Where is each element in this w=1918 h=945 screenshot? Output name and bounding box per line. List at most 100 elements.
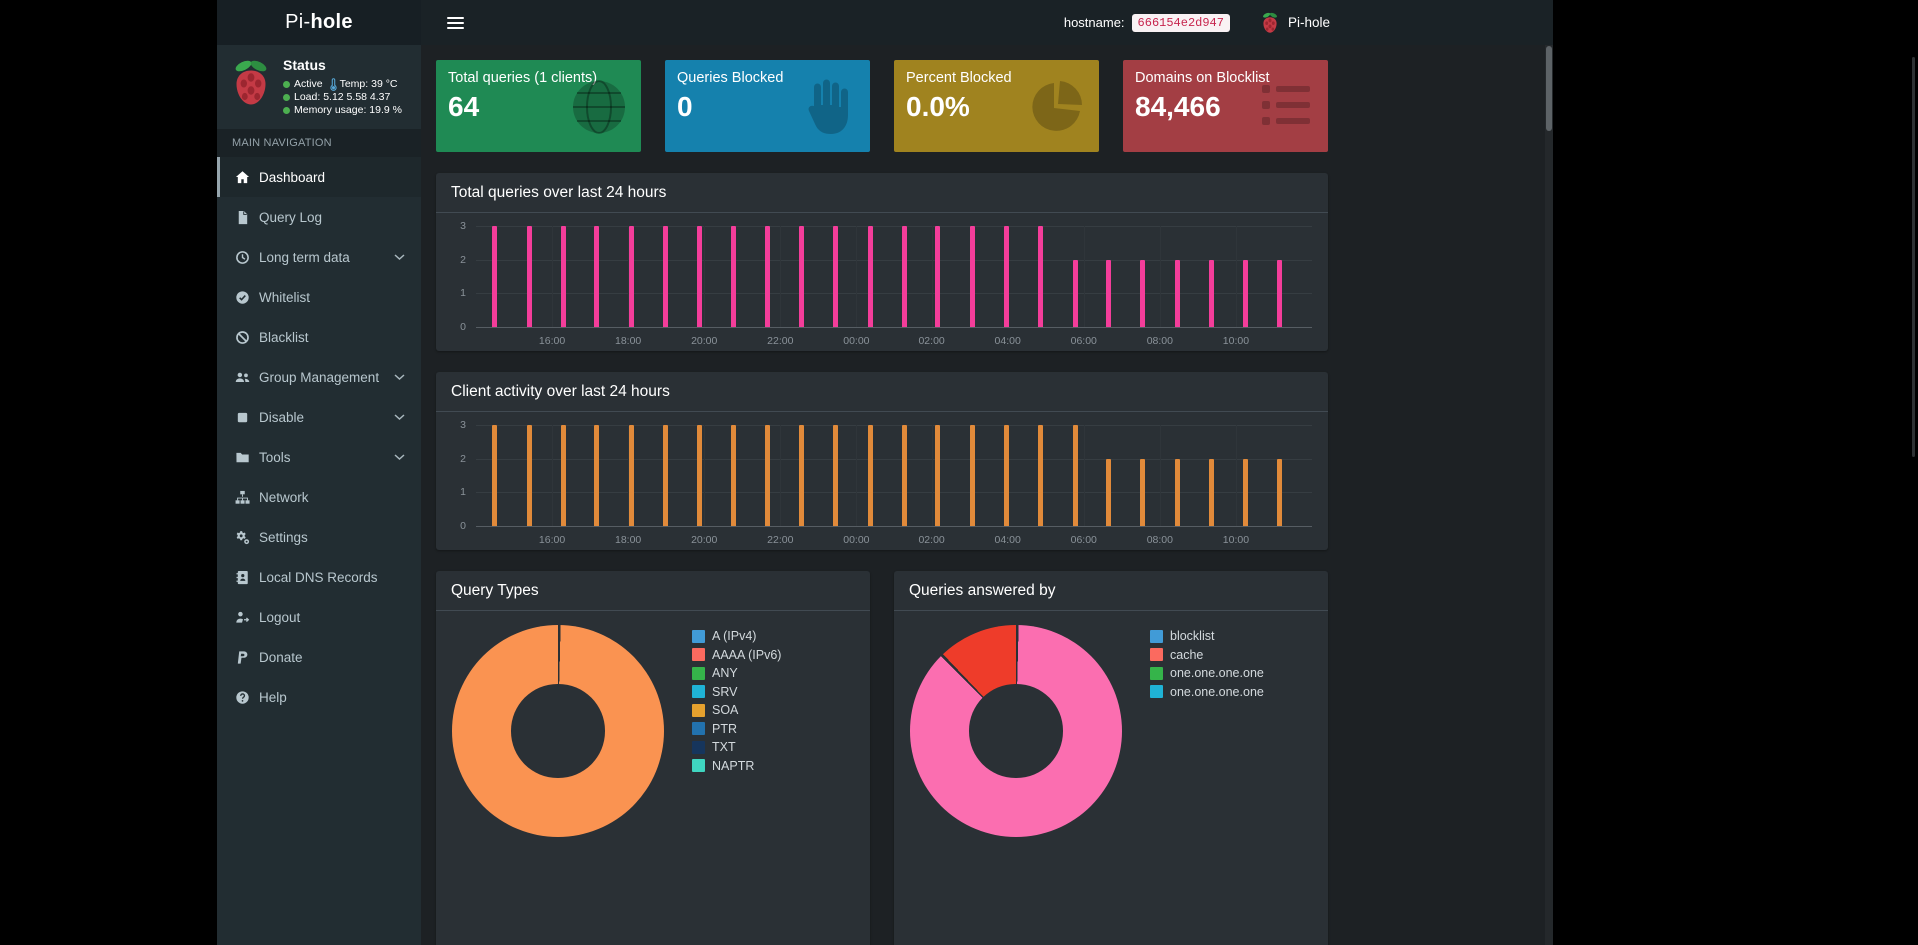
legend-label: PTR	[712, 721, 737, 736]
sidebar-item-help[interactable]: Help	[217, 677, 421, 717]
legend-swatch	[1150, 685, 1163, 699]
sidebar-item-network[interactable]: Network	[217, 477, 421, 517]
legend-item[interactable]: one.one.one.one	[1150, 664, 1264, 683]
legend-item[interactable]: TXT	[692, 738, 781, 757]
query-types-panel: Query Types A (IPv4) AAAA (IPv6) ANY SRV SOA…	[436, 571, 870, 945]
sidebar-item-label: Group Management	[259, 369, 380, 385]
sidebar-item-donate[interactable]: Donate	[217, 637, 421, 677]
y-axis-tick: 1	[460, 486, 466, 499]
query-types-legend: A (IPv4) AAAA (IPv6) ANY SRV SOA PTR TXT NAPTR	[692, 627, 781, 837]
legend-label: SOA	[712, 703, 739, 718]
legend-item[interactable]: PTR	[692, 720, 781, 739]
sidebar-item-query-log[interactable]: Query Log	[217, 197, 421, 237]
chart-bar	[867, 425, 873, 526]
chart-bar	[1243, 458, 1249, 526]
top-navbar: Pi-hole hostname: 666154e2d947 Pi-hole	[217, 0, 1553, 45]
chart-bar	[1072, 425, 1078, 526]
sidebar-item-label: Network	[259, 489, 309, 505]
legend-item[interactable]: SOA	[692, 701, 781, 720]
hand-icon	[796, 75, 860, 139]
logout-icon	[235, 610, 259, 625]
memory-value: 19.9 %	[369, 104, 402, 116]
legend-label: TXT	[712, 740, 736, 755]
sidebar-item-blacklist[interactable]: Blacklist	[217, 317, 421, 357]
desktop: Pi-hole hostname: 666154e2d947 Pi-hole S…	[0, 0, 1918, 945]
x-axis-tick: 20:00	[691, 335, 718, 347]
total-queries-panel: Total queries over last 24 hours 0 1 2 3 16:…	[436, 173, 1328, 351]
temp-label: Temp:	[339, 78, 369, 90]
check-circle-icon	[235, 290, 259, 305]
chart-bar	[594, 425, 600, 526]
sidebar-toggle-button[interactable]	[437, 9, 474, 37]
scrollbar-thumb[interactable]	[1546, 46, 1552, 131]
legend-label: one.one.one.one	[1170, 684, 1264, 699]
temp-value: 39 °C	[371, 78, 398, 90]
chart-bar	[1038, 425, 1044, 526]
chart-bar	[560, 425, 566, 526]
x-axis-tick: 20:00	[691, 534, 718, 546]
chart-bar	[935, 226, 941, 327]
load-label: Load:	[294, 91, 321, 103]
client-activity-panel: Client activity over last 24 hours 0 1 2 3 1…	[436, 372, 1328, 550]
y-axis-tick: 2	[460, 253, 466, 266]
sidebar-item-long-term-data[interactable]: Long term data	[217, 237, 421, 277]
client-activity-chart: 0 1 2 3 16:00 18:00 20:00 22:00 00:00 02:00 04:00 0…	[446, 419, 1318, 546]
ban-icon	[235, 330, 259, 345]
list-icon	[1254, 75, 1318, 139]
legend-item[interactable]: SRV	[692, 683, 781, 702]
legend-item[interactable]: ANY	[692, 664, 781, 683]
sidebar-item-settings[interactable]: Settings	[217, 517, 421, 557]
y-axis-tick: 2	[460, 452, 466, 465]
chart-bar	[1004, 226, 1010, 327]
y-axis-tick: 3	[460, 419, 466, 431]
y-axis-tick: 0	[460, 321, 466, 333]
sidebar-item-label: Query Log	[259, 209, 323, 225]
sidebar-item-disable[interactable]: Disable	[217, 397, 421, 437]
browser-scrollbar[interactable]	[1545, 0, 1553, 945]
sidebar-item-group-management[interactable]: Group Management	[217, 357, 421, 397]
queries-answered-panel: Queries answered by blocklist cache one.on…	[894, 571, 1328, 945]
chart-bar	[526, 226, 532, 327]
sidebar-item-label: Tools	[259, 449, 291, 465]
chevron-down-icon	[394, 373, 405, 381]
queries-answered-donut-chart	[910, 625, 1122, 837]
y-axis-tick: 0	[460, 520, 466, 532]
x-axis-tick: 08:00	[1146, 335, 1173, 347]
navbar-right: hostname: 666154e2d947 Pi-hole	[1064, 11, 1330, 34]
legend-item[interactable]: NAPTR	[692, 757, 781, 776]
legend-label: cache	[1170, 647, 1204, 662]
x-axis-tick: 16:00	[538, 335, 566, 347]
chart-bar	[662, 425, 668, 526]
legend-item[interactable]: cache	[1150, 646, 1264, 665]
chart-bar	[764, 425, 770, 526]
chart-bar	[1243, 259, 1249, 327]
chevron-down-icon	[394, 453, 405, 461]
legend-item[interactable]: one.one.one.one	[1150, 683, 1264, 702]
sidebar-item-logout[interactable]: Logout	[217, 597, 421, 637]
chart-bar	[560, 226, 566, 327]
sidebar-item-dashboard[interactable]: Dashboard	[217, 157, 421, 197]
legend-item[interactable]: blocklist	[1150, 627, 1264, 646]
legend-item[interactable]: AAAA (IPv6)	[692, 646, 781, 665]
chart-bar	[902, 425, 908, 526]
sidebar-item-label: Dashboard	[259, 169, 326, 185]
legend-label: SRV	[712, 684, 738, 699]
x-axis-tick: 04:00	[994, 335, 1021, 347]
sidebar-item-local-dns-records[interactable]: Local DNS Records	[217, 557, 421, 597]
clock-icon	[235, 250, 259, 265]
pihole-admin-window: Pi-hole hostname: 666154e2d947 Pi-hole S…	[217, 0, 1553, 945]
chart-bar	[697, 226, 703, 327]
status-ok-dot	[283, 94, 290, 101]
paypal-icon	[235, 650, 259, 665]
chart-bar	[1140, 458, 1146, 526]
legend-item[interactable]: A (IPv4)	[692, 627, 781, 646]
app-logo[interactable]: Pi-hole	[217, 0, 421, 45]
sidebar-menu: Dashboard Query Log Long term data Whitelis…	[217, 157, 421, 717]
chart-bar	[1106, 259, 1112, 327]
pihole-raspberry-icon	[1260, 11, 1280, 34]
sidebar: Status Active Temp: 39 °C Load: 5.12 5.5…	[217, 45, 421, 945]
address-book-icon	[235, 570, 259, 585]
chart-bar	[935, 425, 941, 526]
sidebar-item-tools[interactable]: Tools	[217, 437, 421, 477]
sidebar-item-whitelist[interactable]: Whitelist	[217, 277, 421, 317]
